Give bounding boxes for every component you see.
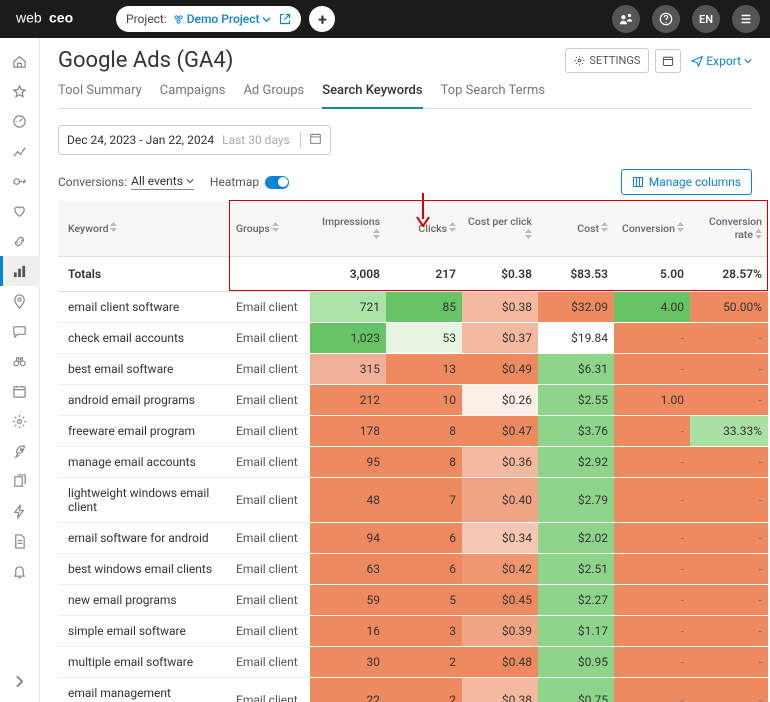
nav-pin-icon[interactable] [0,286,40,316]
date-range-value: Dec 24, 2023 - Jan 22, 2024 [67,133,214,147]
nav-calendar-icon[interactable] [0,376,40,406]
table-row: best windows email clientsEmail client63… [58,553,768,584]
table-row: android email programsEmail client21210$… [58,384,768,415]
date-range-selector[interactable]: Dec 24, 2023 - Jan 22, 2024 Last 30 days [58,125,331,155]
nav-rocket-icon[interactable] [0,436,40,466]
totals-row: Totals3,008217$0.38$83.535.0028.57% [58,256,768,291]
table-row: simple email softwareEmail client163$0.3… [58,615,768,646]
svg-text:ceo: ceo [49,10,73,26]
nav-doc-icon[interactable] [0,526,40,556]
project-selector[interactable]: Project: Demo Project [116,6,301,32]
column-header[interactable]: Impressions [310,201,386,256]
table-row: email management programsEmail client222… [58,677,768,702]
columns-icon [632,176,644,188]
table-row: freeware email programEmail client1788$0… [58,415,768,446]
data-table: KeywordGroupsImpressionsClicksCost per c… [58,201,752,702]
nav-heart-icon[interactable] [0,196,40,226]
conversions-selector[interactable]: All events [131,174,194,190]
main-content: Google Ads (GA4) SETTINGS Export Tool Su… [40,38,770,702]
open-external-icon[interactable] [279,13,291,25]
tab-top-search-terms[interactable]: Top Search Terms [441,83,546,108]
topbar: webceo Project: Demo Project + EN [0,0,770,38]
add-project-button[interactable]: + [309,6,335,32]
table-row: best email softwareEmail client31513$0.4… [58,353,768,384]
tab-search-keywords[interactable]: Search Keywords [322,83,422,108]
page-title: Google Ads (GA4) [58,48,559,73]
annotation-arrow-icon [416,193,430,227]
nav-chat-icon[interactable] [0,316,40,346]
date-range-sub: Last 30 days [222,133,290,147]
date-shortcut-button[interactable] [655,49,681,73]
logo: webceo [10,9,108,29]
table-row: check email accountsEmail client1,02353$… [58,322,768,353]
nav-bolt-icon[interactable] [0,496,40,526]
nav-copy-icon[interactable] [0,466,40,496]
project-name: Demo Project [173,12,272,26]
chevron-down-icon [744,57,752,65]
help-icon[interactable] [652,5,680,33]
sidebar [0,38,40,702]
table-row: new email programsEmail client595$0.45$2… [58,584,768,615]
table-row: manage email accountsEmail client958$0.3… [58,446,768,477]
table-row: multiple email softwareEmail client302$0… [58,646,768,677]
chevron-down-icon [262,15,271,24]
nav-bars-icon[interactable] [0,256,40,286]
send-icon [691,55,703,67]
manage-columns-button[interactable]: Manage columns [621,169,752,195]
table-row: lightweight windows email clientEmail cl… [58,477,768,522]
gear-icon [574,55,585,66]
menu-icon[interactable] [732,5,760,33]
export-button[interactable]: Export [691,54,752,68]
column-header[interactable]: Conversion rate [690,201,768,256]
nav-star-icon[interactable] [0,76,40,106]
tab-ad-groups[interactable]: Ad Groups [243,83,304,108]
nav-dashboard-icon[interactable] [0,106,40,136]
nav-bell-icon[interactable] [0,556,40,586]
table-row: email software for androidEmail client94… [58,522,768,553]
conversions-label: Conversions: [58,175,127,189]
column-header[interactable]: Keyword [58,201,230,256]
column-header[interactable]: Groups [230,201,310,256]
account-icon[interactable] [612,5,640,33]
nav-key-icon[interactable] [0,166,40,196]
svg-text:web: web [16,10,42,26]
nav-binoculars-icon[interactable] [0,346,40,376]
nav-home-icon[interactable] [0,46,40,76]
column-header[interactable]: Cost [538,201,614,256]
nav-gear-icon[interactable] [0,406,40,436]
column-header[interactable]: Cost per click [462,201,538,256]
heatmap-toggle[interactable]: Heatmap [210,175,289,189]
nav-link-icon[interactable] [0,226,40,256]
language-button[interactable]: EN [692,5,720,33]
tab-campaigns[interactable]: Campaigns [160,83,226,108]
column-header[interactable]: Conversion [614,201,690,256]
table-row: email client softwareEmail client72185$0… [58,291,768,322]
calendar-icon [662,55,674,67]
settings-button[interactable]: SETTINGS [565,48,649,73]
chevron-down-icon [186,177,194,185]
tab-tool-summary[interactable]: Tool Summary [58,83,142,108]
sidebar-expand-icon[interactable] [0,666,40,696]
nav-chart-icon[interactable] [0,136,40,166]
tabs: Tool Summary Campaigns Ad Groups Search Key… [58,83,752,109]
filter-row: Conversions: All events Heatmap Manage c… [58,169,752,195]
calendar-icon [300,132,322,148]
project-label: Project: [126,12,167,26]
toggle-on-icon [265,176,289,189]
